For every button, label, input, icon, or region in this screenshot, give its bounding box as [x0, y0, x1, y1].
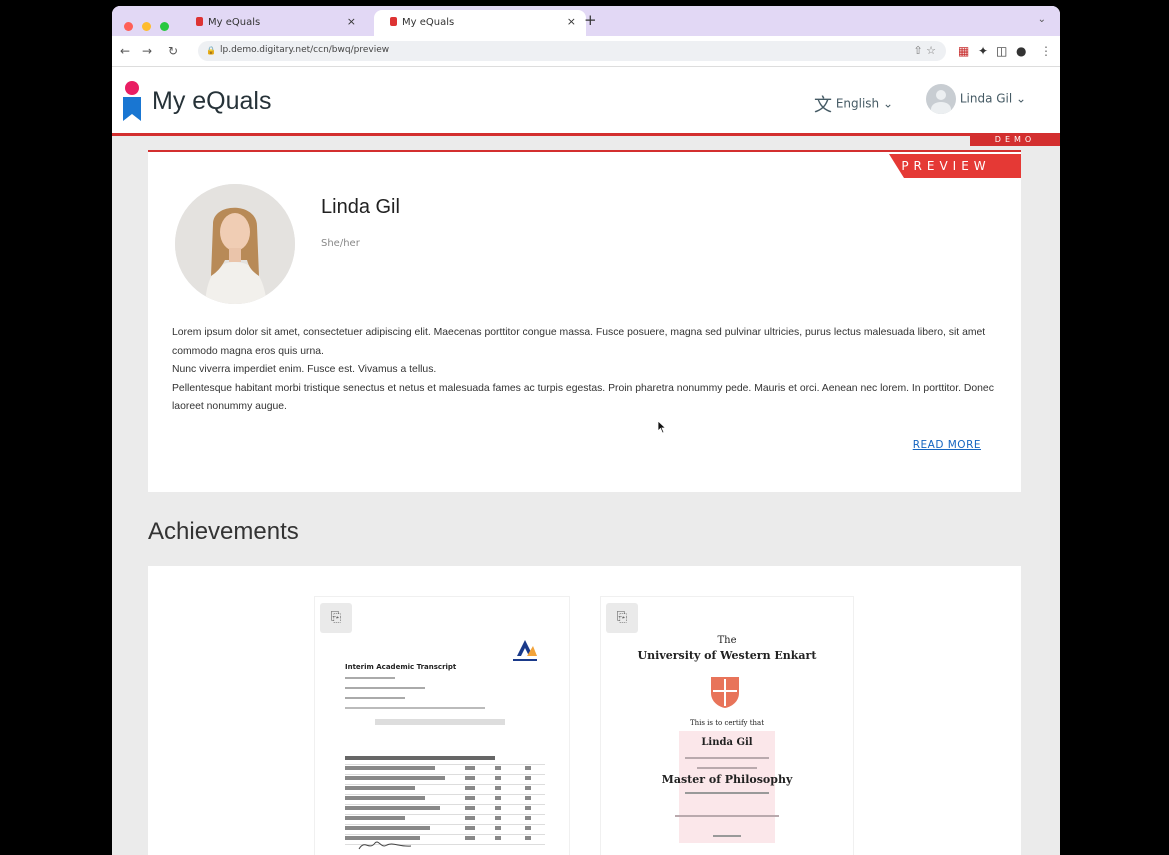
profile-name: Linda Gil — [321, 196, 400, 218]
reload-icon[interactable]: ↻ — [168, 44, 178, 58]
favicon-icon — [390, 17, 397, 26]
browser-window: My eQuals × My eQuals × + ⌄ ← → ↻ 🔒 lp.d… — [112, 6, 1060, 855]
tab-close-icon[interactable]: × — [567, 15, 576, 28]
bio-paragraph: Lorem ipsum dolor sit amet, consectetuer… — [172, 327, 986, 357]
translate-icon: 文 — [814, 95, 832, 116]
profile-icon[interactable]: ● — [1016, 44, 1026, 58]
user-name: Linda Gil — [959, 91, 1013, 106]
bio-paragraph: Nunc viverra imperdiet enim. Fusce est. … — [172, 364, 437, 375]
table-row — [345, 815, 545, 825]
table-row — [345, 805, 545, 815]
tab-close-icon[interactable]: × — [347, 15, 356, 28]
tab-search-icon[interactable]: ⌄ — [1038, 14, 1046, 25]
transcript-text-line — [345, 697, 405, 699]
user-menu[interactable]: Linda Gil ⌄ — [926, 84, 1026, 114]
browser-tab-1[interactable]: My eQuals × — [180, 10, 366, 36]
profile-photo — [175, 184, 295, 304]
institution-logo-icon — [513, 640, 537, 661]
new-tab-button[interactable]: + — [584, 11, 597, 29]
transcript-text-line — [345, 707, 485, 709]
language-selector[interactable]: 文 English ⌄ — [814, 91, 893, 117]
favicon-icon — [196, 17, 203, 26]
demo-ribbon: DEMO — [970, 133, 1060, 146]
bookmark-star-icon[interactable]: ⇧ ☆ — [913, 44, 936, 57]
profile-card: PREVIEW Linda Gil She/her Lorem ipsum do… — [148, 150, 1021, 492]
table-row — [345, 785, 545, 795]
chevron-down-icon: ⌄ — [1016, 91, 1027, 106]
certify-text: This is to certify that — [689, 719, 765, 727]
university-crest-icon — [711, 677, 739, 708]
app-header: My eQuals 文 English ⌄ Linda Gil ⌄ — [112, 67, 1060, 136]
lock-icon: 🔒 — [206, 46, 216, 55]
myequals-logo-icon — [123, 81, 141, 121]
extensions-puzzle-icon[interactable]: ✦ — [978, 44, 988, 58]
diploma-text-line — [713, 835, 741, 837]
profile-pronouns: She/her — [321, 238, 360, 249]
browser-tab-bar: My eQuals × My eQuals × + ⌄ — [112, 6, 1060, 36]
transcript-text-line — [345, 677, 395, 679]
profile-bio: Lorem ipsum dolor sit amet, consectetuer… — [172, 324, 1002, 417]
tab-title: My eQuals — [402, 17, 455, 28]
diploma-text-line — [675, 815, 779, 817]
transcript-section-bar — [375, 719, 505, 725]
mouse-cursor-icon — [657, 420, 667, 434]
user-avatar-icon — [926, 84, 956, 114]
browser-toolbar: ← → ↻ 🔒 lp.demo.digitary.net/ccn/bwq/pre… — [112, 36, 1060, 67]
transcript-heading: Interim Academic Transcript — [345, 663, 457, 671]
chevron-down-icon: ⌄ — [883, 96, 894, 111]
share-icon[interactable]: ⎘ — [320, 603, 352, 633]
back-icon[interactable]: ← — [120, 44, 130, 58]
table-row — [345, 775, 545, 785]
diploma-text-line — [697, 767, 757, 769]
more-menu-icon[interactable]: ⋮ — [1040, 44, 1052, 58]
bio-paragraph: Pellentesque habitant morbi tristique se… — [172, 382, 994, 413]
preview-tag: PREVIEW — [889, 154, 1021, 178]
recipient-name: Linda Gil — [701, 737, 753, 748]
signature-image — [358, 841, 412, 850]
close-window-button[interactable] — [124, 22, 133, 31]
diploma-line: The — [717, 635, 737, 646]
logo-text[interactable]: My eQuals — [152, 87, 271, 116]
achievement-card-transcript[interactable]: ⎘ Interim Academic Transcript — [314, 596, 570, 855]
table-row — [345, 825, 545, 835]
maximize-window-button[interactable] — [160, 22, 170, 31]
university-name: University of Western Enkart — [637, 649, 817, 662]
extension-icon[interactable]: ▦ — [958, 44, 969, 58]
browser-tab-2-active[interactable]: My eQuals × — [374, 10, 586, 36]
diploma-text-line — [685, 757, 769, 759]
read-more-link[interactable]: READ MORE — [913, 439, 981, 451]
achievements-heading: Achievements — [148, 518, 299, 545]
transcript-table — [345, 755, 545, 845]
table-row — [345, 755, 545, 765]
url-text[interactable]: lp.demo.digitary.net/ccn/bwq/preview — [220, 45, 389, 55]
table-row — [345, 765, 545, 775]
diploma-text-line — [685, 792, 769, 794]
sidepanel-icon[interactable]: ◫ — [996, 44, 1007, 58]
address-bar[interactable]: 🔒 lp.demo.digitary.net/ccn/bwq/preview ⇧… — [198, 41, 946, 61]
tab-title: My eQuals — [208, 17, 261, 28]
share-icon[interactable]: ⎘ — [606, 603, 638, 633]
window-controls — [124, 16, 173, 35]
degree-name: Master of Philosophy — [661, 773, 793, 786]
achievements-panel: ⎘ Interim Academic Transcript ⎘ The Univ… — [148, 566, 1021, 855]
transcript-text-line — [345, 687, 425, 689]
language-label: English — [835, 96, 880, 111]
forward-icon[interactable]: → — [142, 44, 152, 58]
table-row — [345, 795, 545, 805]
minimize-window-button[interactable] — [142, 22, 152, 31]
achievement-card-diploma[interactable]: ⎘ The University of Western Enkart This … — [600, 596, 854, 855]
